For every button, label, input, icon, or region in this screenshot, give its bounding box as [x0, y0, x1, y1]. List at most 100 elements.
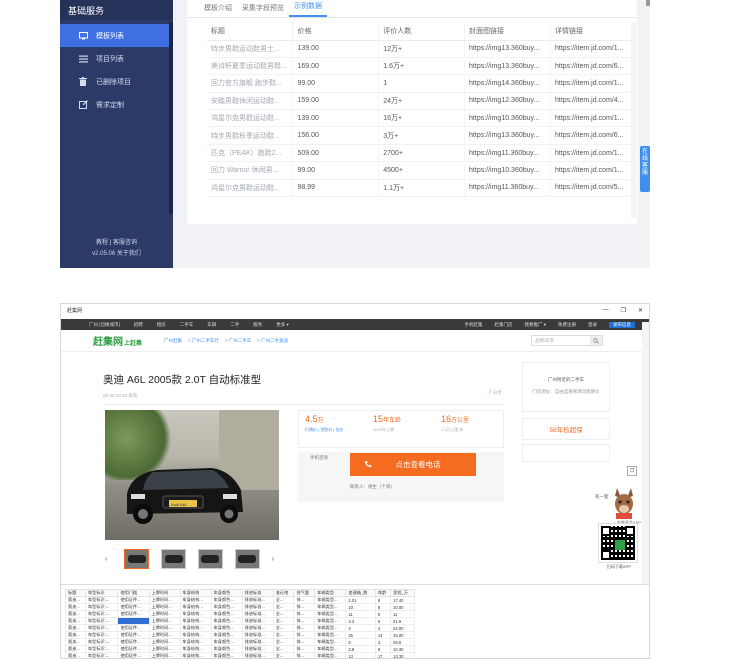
column-header[interactable]: 标题	[65, 589, 86, 597]
price-unit: 万	[317, 418, 324, 424]
nav-post[interactable]: 发布信息	[609, 321, 635, 328]
table-cell: 使用证件...	[117, 645, 150, 653]
table-row[interactable]: 美诗轩夏季运动鞋男鞋... 169.00 1.6万+ https://img13.36…	[207, 57, 634, 76]
nav-jobs[interactable]: 招聘	[134, 322, 143, 328]
mileage-label: 1.1万公里/年	[441, 427, 464, 432]
help-links[interactable]: 教程 | 客服咨询	[60, 238, 173, 249]
table-row[interactable]: 匹克（PEAK）跑鞋2... 509.00 2700+ https://img11.3…	[207, 144, 634, 163]
breadcrumb-item[interactable]: > 广州二手车	[225, 338, 251, 344]
search-icon[interactable]	[590, 336, 602, 345]
table-cell: https://item.jd.com/1...	[550, 74, 634, 93]
restore-icon[interactable]: ❐	[621, 307, 626, 314]
tab-template-intro[interactable]: 模板介绍	[199, 3, 237, 17]
table-row[interactable]: 奥迪... 车型标识:... 使用证件... 上牌时间... 车身结构... 车身颜色..…	[65, 645, 415, 653]
column-header[interactable]: 排放标准	[241, 589, 274, 597]
sidebar-item-project-list[interactable]: 项目列表	[60, 47, 173, 70]
nav-promote[interactable]: 我要推广 ▾	[524, 322, 546, 328]
column-header[interactable]: 使用门槛	[117, 589, 150, 597]
breadcrumb-item[interactable]: > 广州二手奥迪	[257, 338, 288, 344]
sidebar-item-custom-request[interactable]: 需求定制	[60, 93, 173, 116]
nav-services[interactable]: 服务	[253, 322, 262, 328]
column-header[interactable]: 变速箱_数	[345, 589, 376, 597]
table-cell: 车身颜色...	[210, 617, 243, 625]
table-row[interactable]: 奥迪... 车型标识:... 上牌时间... 车身结构... 车身颜色... 排放标准..…	[65, 617, 415, 625]
table-row[interactable]: 奥迪... 车型标识:... 使用证件... 上牌时间... 车身结构... 车身颜色..…	[65, 624, 415, 632]
tab-sample-data[interactable]: 示例数据	[289, 1, 327, 17]
column-header[interactable]: 车型标识	[84, 589, 119, 597]
chevron-right-icon[interactable]: ›	[272, 556, 279, 563]
column-header[interactable]: 车辆类型	[314, 589, 347, 597]
nav-vehicles[interactable]: 车辆	[207, 322, 216, 328]
table-row[interactable]: 安踏男鞋休闲运动鞋... 159.00 24万+ https://img12.360b…	[207, 92, 634, 111]
search-input[interactable]: 品牌/车系	[531, 335, 603, 346]
table-row[interactable]: 奥迪... 车型标识:... 使用证件... 上牌时间... 车身结构... 车身颜色..…	[65, 610, 415, 618]
nav-login[interactable]: 登录	[588, 322, 597, 328]
column-header[interactable]: 封面图链接	[464, 22, 551, 41]
show-phone-button[interactable]: 点击查看电话	[350, 453, 476, 476]
car-photo[interactable]: Audi A6L	[105, 410, 279, 540]
thumbnail[interactable]	[124, 549, 150, 569]
close-icon[interactable]: ✕	[638, 307, 643, 314]
share-button[interactable]: ⤴ 分享	[487, 390, 502, 396]
table-cell: 3	[374, 638, 392, 646]
table-cell: 4	[345, 624, 376, 632]
nav-mobile[interactable]: 手机赶集	[464, 322, 482, 328]
breadcrumb-item[interactable]: 广州赶集	[164, 338, 182, 344]
table-row[interactable]: 奥迪... 车型标识:... 使用证件... 上牌时间... 车身结构... 车身颜色..…	[65, 652, 415, 658]
nearby-cars-box[interactable]: 广州附近的二手车 门店地址：自由选择来源可能降价	[522, 362, 610, 412]
column-header[interactable]: 上牌时间	[148, 589, 181, 597]
table-row[interactable]: 奥迪... 车型标识:... 使用证件... 上牌时间... 车身结构... 车身颜色..…	[65, 638, 415, 646]
table-cell: 全...	[272, 631, 295, 639]
mascot[interactable]: 有一套 赶集直卖APP	[595, 486, 641, 526]
column-header[interactable]: 详情链接	[550, 22, 634, 41]
nav-stores[interactable]: 赶集门店	[494, 322, 512, 328]
tab-field-preview[interactable]: 采集字段预览	[237, 3, 289, 17]
minimize-icon[interactable]: —	[603, 307, 609, 314]
sidebar-item-label: 需求定制	[96, 101, 124, 109]
table-row[interactable]: 回力官方旗舰 跑步鞋... 99.00 1 https://img14.360buy.…	[207, 74, 634, 93]
price-label[interactable]: 行情价 | 贷款价 | 估价	[305, 427, 367, 433]
thumbnail[interactable]	[198, 549, 223, 569]
thumbnail[interactable]	[161, 549, 186, 569]
thumbnail[interactable]	[234, 549, 260, 569]
panel-scrollbar[interactable]	[631, 22, 636, 218]
version-info[interactable]: v2.05.06 关于我们	[60, 249, 173, 260]
column-header[interactable]: 评价人数	[378, 22, 466, 41]
sidebar-item-template-list[interactable]: 模板列表	[60, 24, 173, 47]
column-header[interactable]: 价格	[292, 22, 380, 41]
column-header[interactable]: 里程_万	[390, 589, 415, 597]
table-cell: https://item.jd.com/5...	[550, 179, 634, 198]
table-row[interactable]: 鸿星尔克男鞋运动鞋... 139.00 16万+ https://img10.360b…	[207, 109, 634, 128]
table-cell: 匹克（PEAK）跑鞋2...	[207, 144, 294, 163]
page-scrollbar[interactable]	[642, 322, 649, 584]
chevron-left-icon[interactable]: ‹	[105, 556, 112, 563]
copy-icon[interactable]: ❐	[627, 466, 637, 476]
nav-used-car[interactable]: 二手车	[180, 322, 194, 328]
table-row[interactable]: 奥迪... 车型标识:... 使用证件... 上牌时间... 车身结构... 车身颜色..…	[65, 603, 415, 611]
table-row[interactable]: 回力 Warrior 休闲男... 99.00 4500+ https://img10…	[207, 161, 634, 180]
column-header[interactable]: 准迁地	[272, 589, 295, 597]
column-header[interactable]: 车身颜色	[210, 589, 243, 597]
sidebar-item-deleted-projects[interactable]: 已删除项目	[60, 70, 173, 93]
table-row[interactable]: 奥迪... 车型标识:... 使用证件... 上牌时间... 车身结构... 车身颜色..…	[65, 596, 415, 604]
table-row[interactable]: 特步男鞋运动鞋男士... 139.00 12万+ https://img13.360b…	[207, 40, 634, 58]
site-logo[interactable]: 赶集网上赶集	[93, 333, 142, 348]
inspection-link[interactable]: 58年检超保	[522, 418, 610, 440]
nav-city[interactable]: 广州 [切换城市]	[89, 322, 120, 328]
breadcrumb-item[interactable]: > 广州二手车行	[188, 338, 219, 344]
table-row[interactable]: 奥迪... 车型标识:... 使用证件... 上牌时间... 车身结构... 车身颜色..…	[65, 631, 415, 639]
nearby-sub: 门店地址：自由选择来源可能降价	[532, 389, 600, 394]
table-row[interactable]: 鸿星尔克男鞋运动鞋... 98.99 1.1万+ https://img11.360b…	[207, 179, 634, 198]
column-header[interactable]: 标题	[207, 22, 294, 41]
table-cell: 车身结构...	[179, 624, 212, 632]
nav-more[interactable]: 更多 ▾	[276, 322, 289, 328]
column-header[interactable]: 排气量	[293, 589, 316, 597]
column-header[interactable]: 车龄	[374, 589, 392, 597]
online-service-tab[interactable]: 在线客服	[640, 146, 650, 192]
column-header[interactable]: 车身结构	[179, 589, 212, 597]
table-cell: 1.6万+	[378, 57, 466, 76]
table-row[interactable]: 特步男鞋秋季运动鞋... 156.00 3万+ https://img13.360bu…	[207, 126, 634, 145]
nav-rent[interactable]: 租房	[157, 322, 166, 328]
nav-register[interactable]: 免费注册	[558, 322, 576, 328]
nav-secondhand[interactable]: 二手	[230, 322, 239, 328]
